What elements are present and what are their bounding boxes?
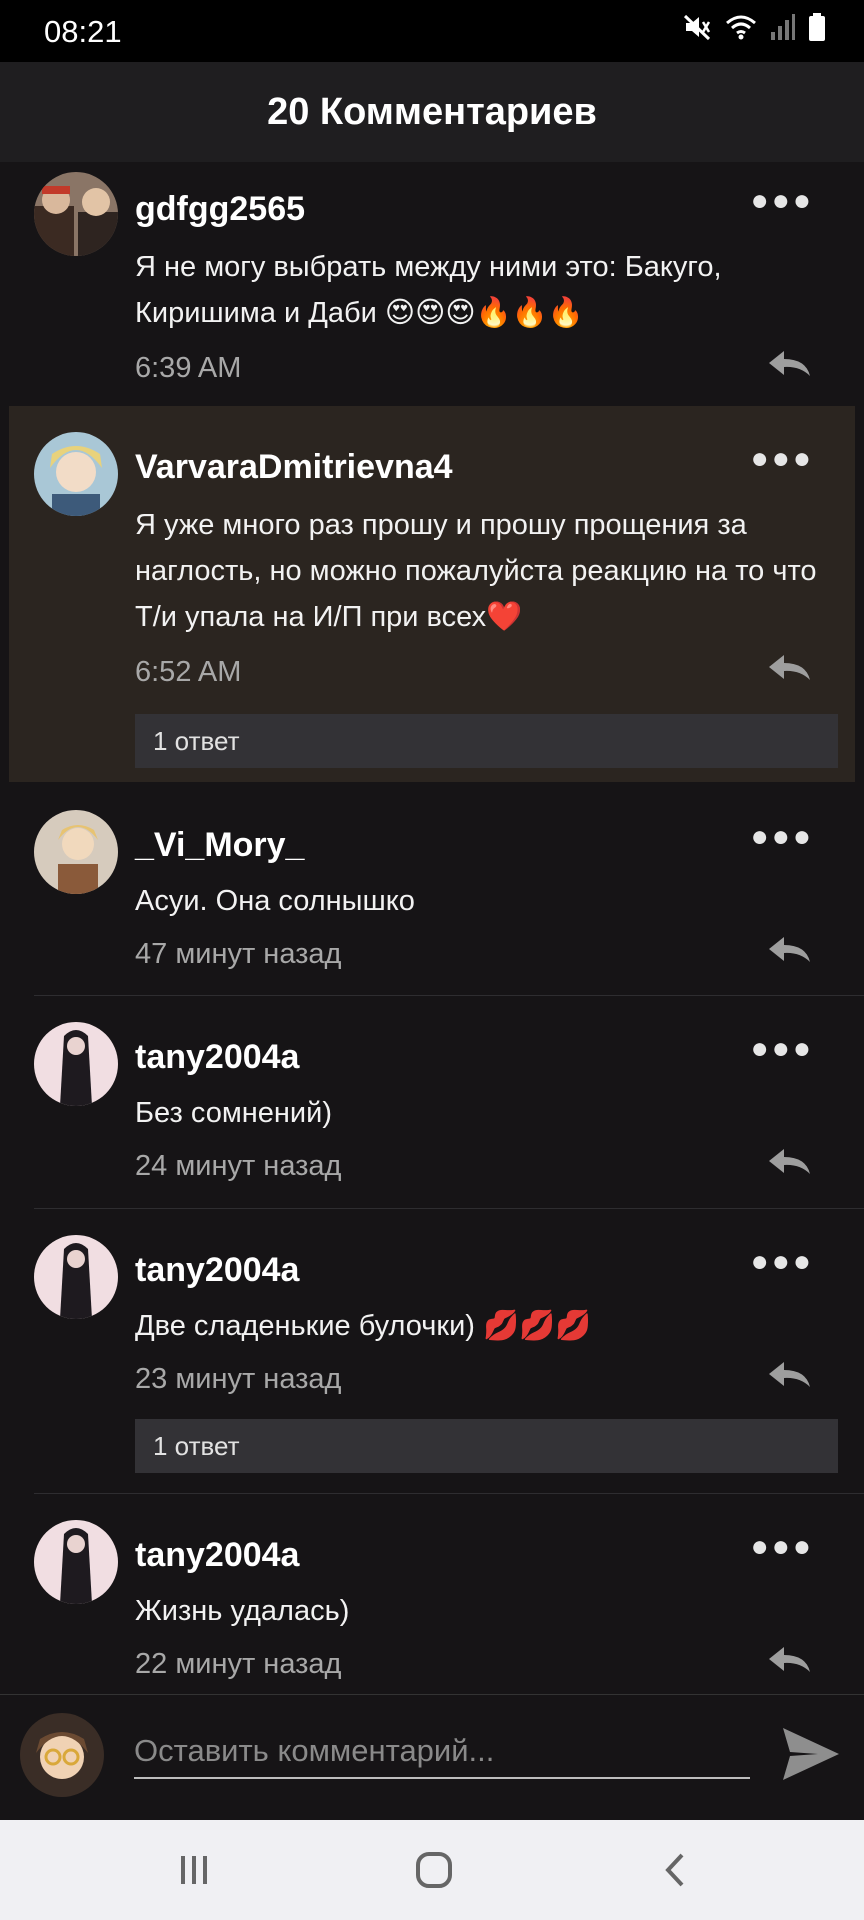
- comment-item[interactable]: _Vi_Mory_ ●●● Асуи. Она солнышко 47 мину…: [0, 786, 864, 996]
- signal-icon: [771, 14, 795, 40]
- send-icon[interactable]: [780, 1725, 842, 1783]
- reply-icon[interactable]: [766, 1359, 812, 1389]
- more-options-icon[interactable]: ●●●: [751, 820, 814, 854]
- comment-time: 24 минут назад: [135, 1150, 342, 1182]
- comment-text: Без сомнений): [135, 1097, 332, 1129]
- page-title: 20 Комментариев: [267, 90, 597, 133]
- comment-username[interactable]: tany2004a: [135, 1536, 299, 1575]
- reply-icon[interactable]: [766, 348, 812, 378]
- avatar[interactable]: [34, 810, 118, 894]
- comment-time: 22 минут назад: [135, 1648, 342, 1680]
- more-options-icon[interactable]: ●●●: [751, 1032, 814, 1066]
- comment-input[interactable]: [134, 1725, 750, 1779]
- reply-icon[interactable]: [766, 1146, 812, 1176]
- view-replies-button[interactable]: 1 ответ: [135, 1419, 838, 1473]
- comment-time: 6:52 AM: [135, 656, 242, 688]
- more-options-icon[interactable]: ●●●: [751, 442, 814, 476]
- comment-item[interactable]: tany2004a ●●● Жизнь удалась) 22 минут на…: [0, 1494, 864, 1694]
- avatar[interactable]: [34, 1022, 118, 1106]
- more-options-icon[interactable]: ●●●: [751, 1530, 814, 1564]
- comment-list[interactable]: gdfgg2565 ●●● Я не могу выбрать между ни…: [0, 162, 864, 1694]
- comment-text: Жизнь удалась): [135, 1595, 350, 1627]
- comment-username[interactable]: gdfgg2565: [135, 190, 305, 229]
- comment-item-highlighted[interactable]: VarvaraDmitrievna4 ●●● Я уже много раз п…: [9, 406, 855, 782]
- comment-time: 23 минут назад: [135, 1363, 342, 1395]
- comment-username[interactable]: tany2004a: [135, 1038, 299, 1077]
- comment-username[interactable]: _Vi_Mory_: [135, 826, 304, 865]
- comment-item[interactable]: gdfgg2565 ●●● Я не могу выбрать между ни…: [0, 162, 864, 402]
- comment-username[interactable]: tany2004a: [135, 1251, 299, 1290]
- replies-count: 1 ответ: [153, 1430, 240, 1461]
- status-time: 08:21: [44, 14, 122, 49]
- system-navigation-bar: [0, 1820, 864, 1920]
- comment-text: Я не могу выбрать между ними это: Бакуго…: [135, 251, 722, 329]
- comment-item[interactable]: tany2004a ●●● Без сомнений) 24 минут наз…: [0, 996, 864, 1208]
- reply-icon[interactable]: [766, 934, 812, 964]
- reply-icon[interactable]: [766, 652, 812, 682]
- user-avatar[interactable]: [20, 1713, 104, 1797]
- home-icon[interactable]: [414, 1850, 454, 1890]
- comments-header: 20 Комментариев: [0, 62, 864, 162]
- more-options-icon[interactable]: ●●●: [751, 1245, 814, 1279]
- comment-time: 6:39 AM: [135, 352, 242, 384]
- comment-username[interactable]: VarvaraDmitrievna4: [135, 448, 453, 487]
- view-replies-button[interactable]: 1 ответ: [135, 714, 838, 768]
- battery-icon: [809, 13, 825, 41]
- comment-text: Асуи. Она солнышко: [135, 885, 415, 917]
- comment-compose-bar: [0, 1694, 864, 1821]
- comment-text: Я уже много раз прошу и прошу прощения з…: [135, 509, 817, 633]
- comment-text: Две сладенькие булочки) 💋💋💋: [135, 1310, 592, 1342]
- comment-time: 47 минут назад: [135, 938, 342, 970]
- replies-count: 1 ответ: [153, 725, 240, 756]
- recent-apps-icon[interactable]: [174, 1850, 214, 1890]
- comment-item[interactable]: tany2004a ●●● Две сладенькие булочки) 💋💋…: [0, 1209, 864, 1491]
- avatar[interactable]: [34, 432, 118, 516]
- avatar[interactable]: [34, 1520, 118, 1604]
- status-icons: [682, 12, 826, 42]
- status-bar: 08:21: [0, 0, 864, 62]
- more-options-icon[interactable]: ●●●: [751, 184, 814, 218]
- wifi-icon: [726, 15, 756, 40]
- reply-icon[interactable]: [766, 1644, 812, 1674]
- mute-icon: [683, 14, 711, 41]
- back-icon[interactable]: [656, 1850, 696, 1890]
- avatar[interactable]: [34, 172, 118, 256]
- avatar[interactable]: [34, 1235, 118, 1319]
